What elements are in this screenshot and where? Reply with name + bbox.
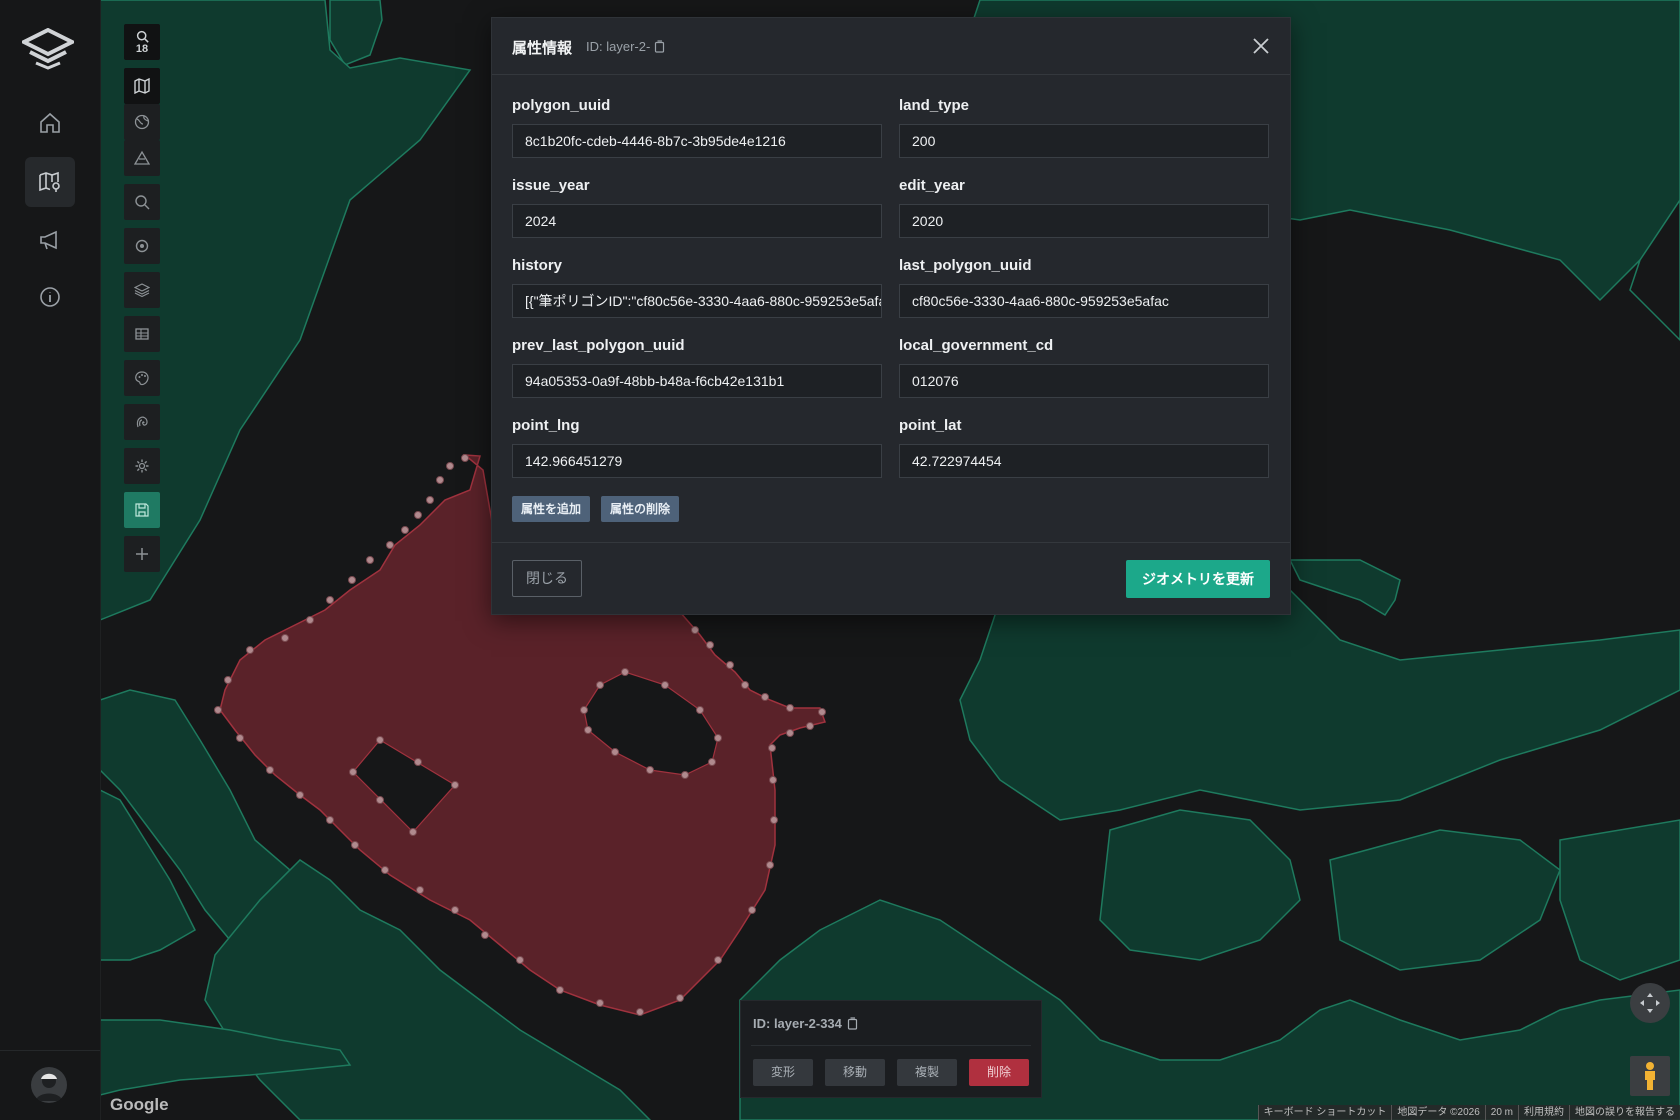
style-button[interactable] <box>124 360 160 396</box>
dialog-id-label: ID: layer-2- <box>586 39 651 54</box>
scale-label[interactable]: 20 m <box>1484 1105 1518 1120</box>
field-label-edit-year: edit_year <box>899 177 965 194</box>
dialog-title: 属性情報 <box>512 40 573 57</box>
street-view-pegman[interactable] <box>1630 1056 1670 1096</box>
layers-icon <box>134 283 150 298</box>
nav-home-button[interactable] <box>25 98 75 148</box>
dialog-divider <box>492 542 1290 543</box>
attribute-dialog: 属性情報 ID: layer-2- polygon_uuid 8c1b20fc-… <box>491 17 1291 615</box>
field-label-local-government-cd: local_government_cd <box>899 337 1054 354</box>
update-geometry-button[interactable]: ジオメトリを更新 <box>1126 560 1270 598</box>
target-icon <box>135 239 149 253</box>
globe-icon <box>134 114 150 130</box>
map-pin-icon <box>39 171 60 192</box>
settings-button[interactable] <box>124 448 160 484</box>
field-label-land-type: land_type <box>899 97 970 114</box>
field-label-prev-last-polygon-uuid: prev_last_polygon_uuid <box>512 337 685 354</box>
field-label-polygon-uuid: polygon_uuid <box>512 97 611 114</box>
feature-id-label: ID: layer-2-334 <box>753 1016 842 1031</box>
add-attribute-button[interactable]: 属性を追加 <box>512 496 591 522</box>
terrain-button[interactable] <box>124 140 160 176</box>
panel-divider <box>751 1045 1031 1046</box>
nav-announce-button[interactable] <box>25 215 75 265</box>
search-button[interactable] <box>124 184 160 220</box>
google-logo: Google <box>110 1095 169 1114</box>
megaphone-icon <box>40 230 57 250</box>
delete-attribute-button[interactable]: 属性の削除 <box>601 496 680 522</box>
search-icon <box>135 195 150 210</box>
plus-icon <box>136 548 148 560</box>
transform-button[interactable]: 変形 <box>753 1059 813 1086</box>
locate-button[interactable] <box>124 228 160 264</box>
pegman-icon <box>1645 1062 1655 1090</box>
feature-id: ID: layer-2-334 <box>753 1016 858 1031</box>
map-data-label: 地図データ ©2026 <box>1391 1105 1485 1120</box>
feature-panel: ID: layer-2-334 変形 移動 複製 削除 <box>740 1000 1042 1098</box>
terms-link[interactable]: 利用規約 <box>1518 1105 1569 1120</box>
field-label-last-polygon-uuid: last_polygon_uuid <box>899 257 1032 274</box>
save-button[interactable] <box>124 492 160 528</box>
recenter-button[interactable] <box>1630 983 1670 1023</box>
zoom-level: 18 <box>135 42 149 55</box>
field-input-point-lng[interactable]: 142.966451279 <box>512 444 882 478</box>
map-icon <box>134 78 150 94</box>
field-input-polygon-uuid[interactable]: 8c1b20fc-cdeb-4446-8b7c-3b95de4e1216 <box>512 124 882 158</box>
keyboard-shortcuts-link[interactable]: キーボード ショートカット <box>1257 1105 1392 1120</box>
zoom-icon <box>136 30 149 43</box>
field-input-history[interactable]: [{"筆ポリゴンID":"cf80c56e-3330-4aa6-880c-959… <box>512 284 882 318</box>
nav-divider <box>0 1050 100 1051</box>
layers-button[interactable] <box>124 272 160 308</box>
field-label-point-lat: point_lat <box>899 417 962 434</box>
dialog-id: ID: layer-2- <box>586 39 665 54</box>
duplicate-button[interactable]: 複製 <box>897 1059 957 1086</box>
info-icon <box>40 287 60 307</box>
basemap-button[interactable] <box>124 68 160 104</box>
field-label-history: history <box>512 257 563 274</box>
dialog-header: 属性情報 ID: layer-2- <box>492 18 1290 75</box>
field-input-prev-last-polygon-uuid[interactable]: 94a05353-0a9f-48bb-b48a-f6cb42e131b1 <box>512 364 882 398</box>
field-input-edit-year[interactable]: 2020 <box>899 204 1269 238</box>
copy-icon[interactable] <box>654 40 665 53</box>
table-icon <box>135 328 149 340</box>
globe-button[interactable] <box>124 104 160 140</box>
close-button[interactable]: 閉じる <box>512 560 582 597</box>
fingerprint-icon <box>136 416 148 428</box>
gear-icon <box>135 459 149 473</box>
field-input-point-lat[interactable]: 42.722974454 <box>899 444 1269 478</box>
move-arrows-icon <box>1640 993 1660 1013</box>
side-nav <box>0 0 101 1120</box>
field-input-local-government-cd[interactable]: 012076 <box>899 364 1269 398</box>
field-label-point-lng: point_lng <box>512 417 580 434</box>
field-input-last-polygon-uuid[interactable]: cf80c56e-3330-4aa6-880c-959253e5afac <box>899 284 1269 318</box>
app-logo <box>22 28 74 70</box>
field-input-land-type[interactable]: 200 <box>899 124 1269 158</box>
field-label-issue-year: issue_year <box>512 177 590 194</box>
add-button[interactable] <box>124 536 160 572</box>
delete-button[interactable]: 削除 <box>969 1059 1029 1086</box>
zoom-button[interactable]: 18 <box>124 24 160 60</box>
table-button[interactable] <box>124 316 160 352</box>
avatar[interactable] <box>31 1067 67 1103</box>
nav-info-button[interactable] <box>25 272 75 322</box>
palette-icon <box>135 371 149 386</box>
save-icon <box>135 503 149 517</box>
fingerprint-button[interactable] <box>124 404 160 440</box>
report-error-link[interactable]: 地図の誤りを報告する <box>1569 1105 1680 1120</box>
home-icon <box>40 112 60 133</box>
nav-map-button[interactable] <box>25 157 75 207</box>
move-button[interactable]: 移動 <box>825 1059 885 1086</box>
close-icon[interactable] <box>1250 35 1272 57</box>
copy-icon[interactable] <box>847 1017 858 1030</box>
mountain-icon <box>134 150 150 165</box>
field-input-issue-year[interactable]: 2024 <box>512 204 882 238</box>
map-attribution: キーボード ショートカット 地図データ ©2026 20 m 利用規約 地図の誤… <box>1257 1105 1680 1120</box>
